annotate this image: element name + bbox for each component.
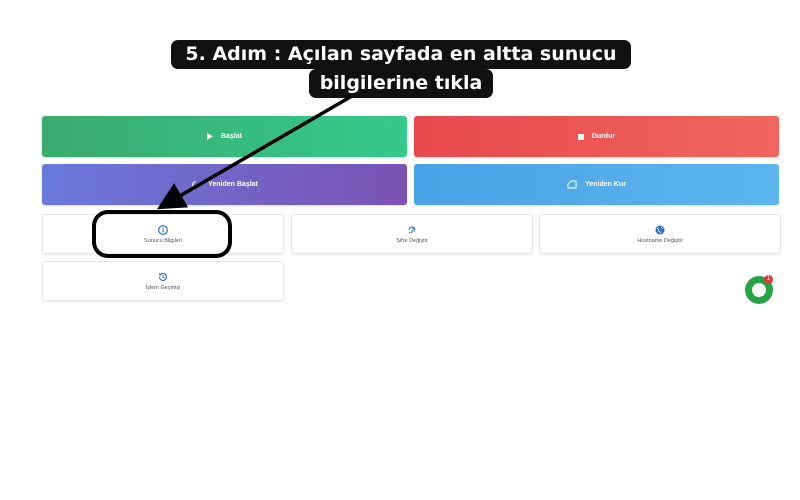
change-hostname-label: Hostname Değiştir	[637, 237, 683, 244]
chat-badge: 1	[764, 275, 773, 284]
restart-label: Yeniden Başlat	[208, 181, 258, 188]
stop-button[interactable]: Durdur	[414, 116, 779, 157]
change-password-card[interactable]: Şifre Değiştir	[291, 214, 533, 254]
reinstall-icon	[567, 180, 577, 189]
chat-bubble-icon	[752, 283, 766, 297]
history-card[interactable]: İşlem Geçmişi	[42, 261, 284, 301]
history-icon	[158, 272, 167, 281]
callout-line-1: 5. Adım : Açılan sayfada en altta sunucu	[171, 40, 631, 69]
play-icon	[206, 133, 213, 140]
change-hostname-card[interactable]: Hostname Değiştir	[539, 214, 781, 254]
start-label: Başlat	[220, 133, 242, 140]
change-password-label: Şifre Değiştir	[396, 237, 428, 244]
chat-widget-button[interactable]: 1	[745, 275, 773, 304]
reinstall-label: Yeniden Kur	[585, 181, 626, 188]
stop-label: Durdur	[591, 133, 616, 140]
fingerprint-icon	[408, 226, 416, 233]
reinstall-button[interactable]: Yeniden Kur	[414, 164, 779, 205]
start-button[interactable]: Başlat	[42, 116, 407, 157]
stop-icon	[577, 133, 584, 140]
history-label: İşlem Geçmişi	[145, 284, 181, 291]
restart-icon	[191, 180, 200, 189]
callout-line-2: bilgilerine tıkla	[309, 69, 493, 98]
restart-button[interactable]: Yeniden Başlat	[42, 164, 407, 205]
globe-icon	[655, 225, 665, 234]
highlight-ring	[92, 210, 232, 258]
